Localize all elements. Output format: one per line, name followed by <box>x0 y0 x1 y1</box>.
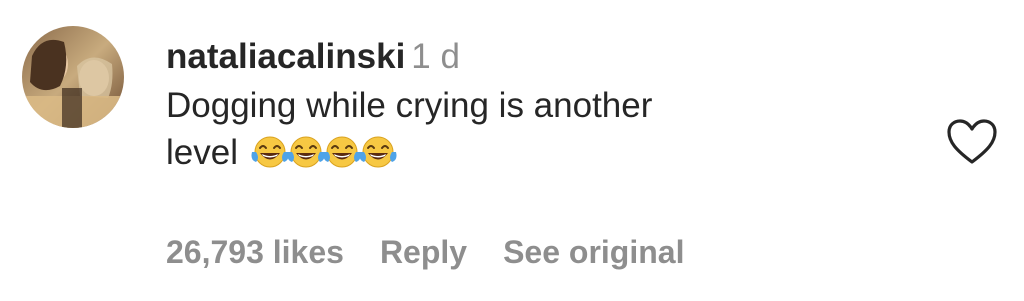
face-with-tears-of-joy-icon <box>356 134 400 170</box>
avatar[interactable] <box>22 26 124 128</box>
heart-outline-icon[interactable] <box>946 118 998 166</box>
comment-text-line1: Dogging while crying is another <box>166 86 653 125</box>
avatar-photo <box>22 26 124 128</box>
reply-button[interactable]: Reply <box>380 234 467 270</box>
see-original-button[interactable]: See original <box>503 234 684 270</box>
comment-header: nataliacalinski 1 d <box>166 36 926 78</box>
emoji-row <box>248 134 397 170</box>
comment-text: Dogging while crying is another level <box>166 82 846 176</box>
likes-count-link[interactable]: 26,793 likes <box>166 234 344 270</box>
username-link[interactable]: nataliacalinski <box>166 37 405 76</box>
timestamp: 1 d <box>411 37 460 76</box>
comment-body: nataliacalinski 1 d Dogging while crying … <box>166 36 926 176</box>
comment-item: nataliacalinski 1 d Dogging while crying … <box>0 0 1024 301</box>
comment-actions: 26,793 likes Reply See original <box>166 232 720 272</box>
comment-text-line2: level <box>166 133 238 172</box>
